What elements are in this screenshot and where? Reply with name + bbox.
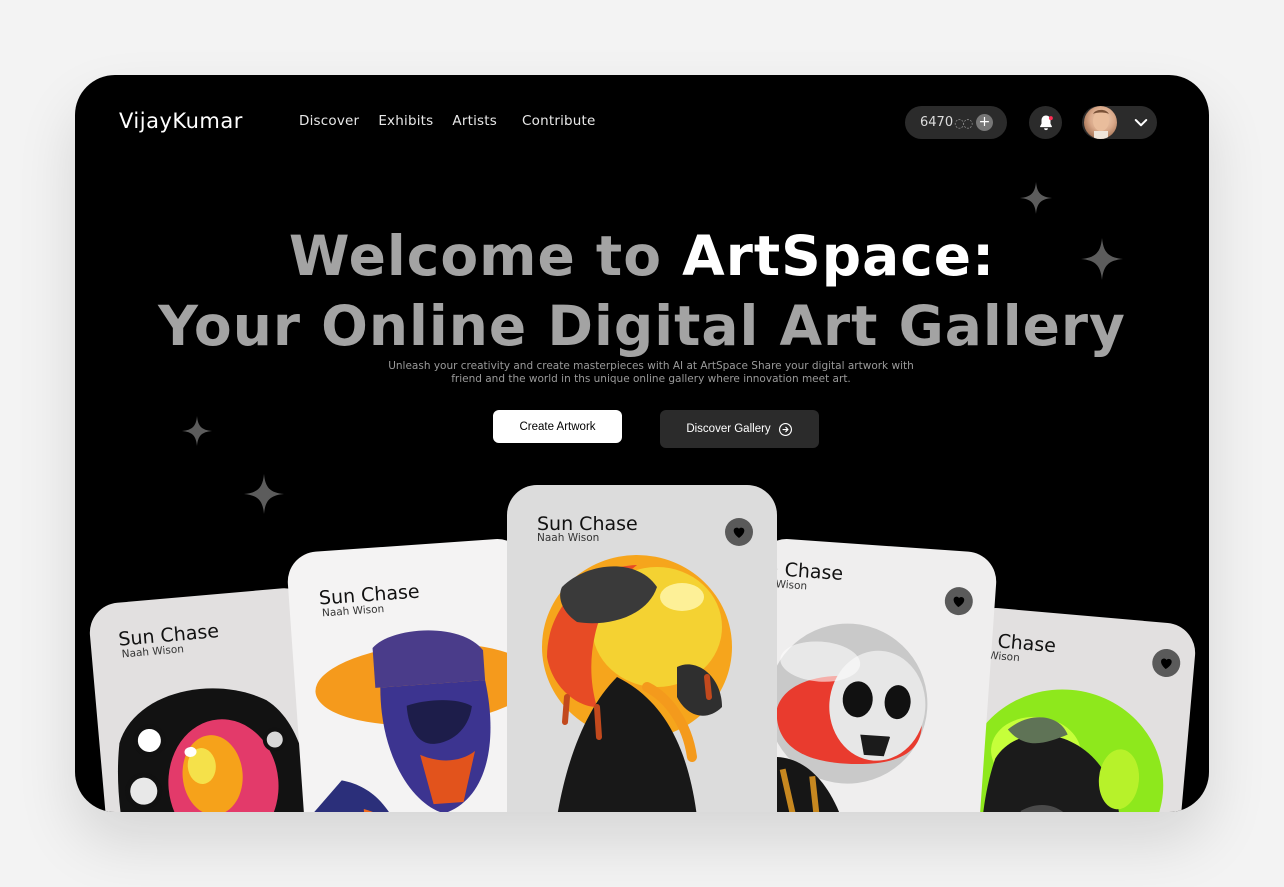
- heart-icon: [953, 596, 965, 608]
- sparkle-icon: [1020, 182, 1052, 214]
- discover-gallery-button[interactable]: Discover Gallery: [660, 410, 819, 448]
- hero-title-highlight: ArtSpace:: [682, 224, 996, 288]
- like-button[interactable]: [725, 518, 753, 546]
- plus-icon[interactable]: +: [976, 114, 993, 131]
- heart-icon: [733, 527, 745, 538]
- hero-title: Welcome to ArtSpace: Your Online Digital…: [75, 221, 1209, 361]
- hero-title-line2: Your Online Digital Art Gallery: [158, 294, 1126, 358]
- hero-subtitle-line1: Unleash your creativity and create maste…: [388, 360, 914, 372]
- arrow-right-circle-icon: [778, 422, 792, 436]
- profile-menu[interactable]: [1082, 106, 1157, 139]
- nav-discover[interactable]: Discover: [299, 113, 359, 129]
- nav-contribute[interactable]: Contribute: [522, 113, 596, 129]
- chevron-down-icon: [1134, 119, 1148, 127]
- artwork-image: [542, 555, 732, 812]
- sparkle-icon: [182, 416, 212, 446]
- avatar[interactable]: [1084, 106, 1117, 139]
- discover-gallery-label: Discover Gallery: [686, 423, 771, 435]
- create-artwork-button[interactable]: Create Artwork: [493, 410, 622, 443]
- sparkle-icon: [1081, 238, 1123, 280]
- credits-value: 6470: [920, 115, 954, 130]
- nav-exhibits[interactable]: Exhibits: [378, 113, 433, 129]
- brand-logo[interactable]: VijayKumar: [119, 109, 243, 133]
- main-nav: Discover Exhibits Artists Contribute: [299, 113, 596, 129]
- like-button[interactable]: [1151, 647, 1182, 679]
- hero-subtitle: Unleash your creativity and create maste…: [330, 360, 972, 386]
- sparkle-icon: [244, 474, 284, 514]
- credits-pill[interactable]: 6470 ◌◌ +: [905, 106, 1007, 139]
- heart-icon: [1161, 658, 1172, 669]
- nav-artists[interactable]: Artists: [452, 113, 497, 129]
- hero-subtitle-line2: friend and the world in ths unique onlin…: [451, 373, 851, 385]
- artwork-card-featured[interactable]: Sun Chase Naah Wison: [507, 485, 777, 812]
- card-author: Naah Wison: [537, 532, 600, 544]
- notifications-button[interactable]: [1029, 106, 1062, 139]
- hero-title-part1: Welcome to: [288, 224, 683, 288]
- bell-icon: [1039, 115, 1053, 130]
- app-frame: VijayKumar Discover Exhibits Artists Con…: [75, 75, 1209, 812]
- credits-coin-icon: ◌◌: [954, 115, 973, 130]
